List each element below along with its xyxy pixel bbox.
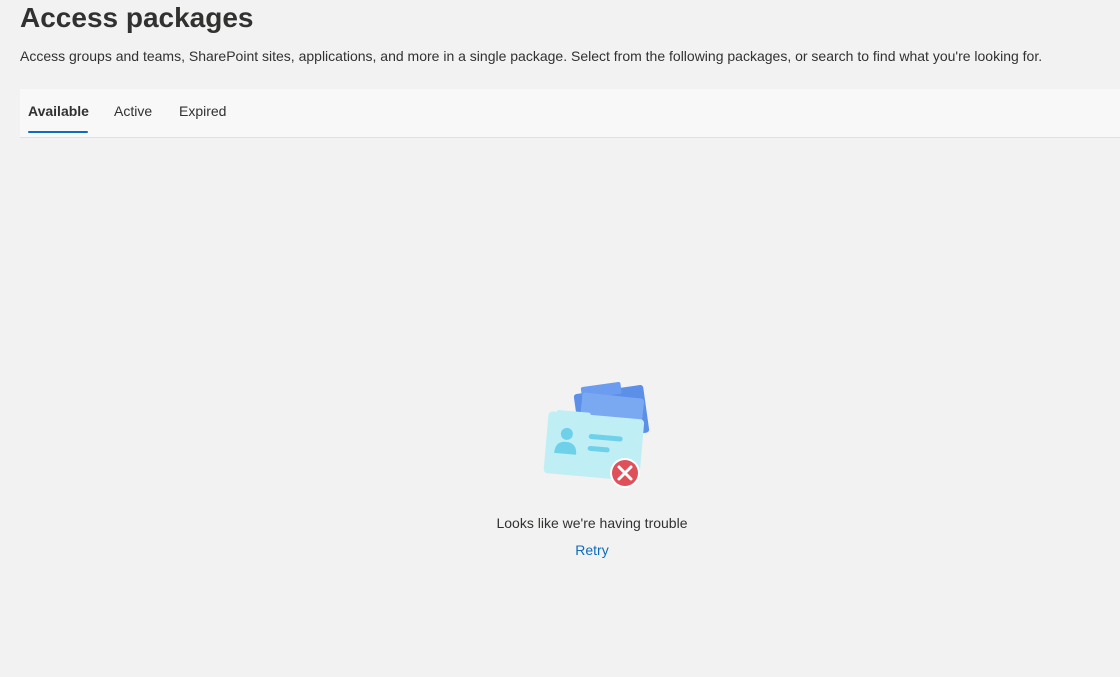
tab-active[interactable]: Active xyxy=(114,89,152,133)
tab-bar: Available Active Expired xyxy=(20,89,1120,138)
error-message: Looks like we're having trouble xyxy=(496,515,688,531)
tab-available[interactable]: Available xyxy=(28,89,89,133)
access-packages-page: Access packages Access groups and teams,… xyxy=(0,0,1120,677)
page-description: Access groups and teams, SharePoint site… xyxy=(20,48,1043,64)
id-card-error-icon xyxy=(543,382,650,488)
retry-link[interactable]: Retry xyxy=(472,541,712,559)
tab-expired[interactable]: Expired xyxy=(179,89,226,133)
page-title: Access packages xyxy=(20,2,254,33)
